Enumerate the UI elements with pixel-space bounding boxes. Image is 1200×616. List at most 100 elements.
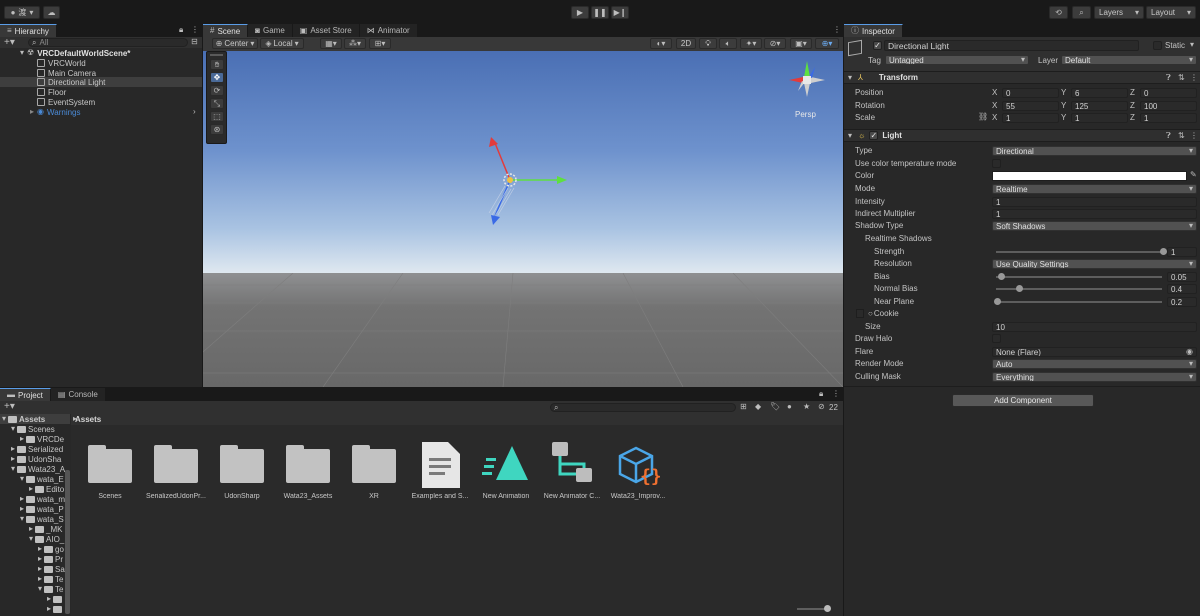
- rotation-x-field[interactable]: 55: [1002, 101, 1059, 111]
- rect-tool-button[interactable]: ⬚: [210, 111, 224, 122]
- hierarchy-search-input[interactable]: ⌕ All: [28, 38, 188, 47]
- label-icon[interactable]: 🏷︎: [770, 403, 780, 411]
- tree-item[interactable]: ▸ Serialized: [11, 444, 63, 454]
- lighting-toggle[interactable]: 💡︎: [699, 38, 717, 49]
- tab-animator[interactable]: ⋈ Animator: [359, 24, 418, 37]
- object-name-field[interactable]: Directional Light: [884, 40, 1139, 51]
- normal-bias-slider-knob[interactable]: [1016, 285, 1024, 292]
- bias-slider-track[interactable]: [996, 276, 1162, 278]
- pivot-dropdown[interactable]: ⊕ Center ▾: [212, 38, 258, 49]
- chevron-right-icon[interactable]: ›: [193, 108, 196, 116]
- position-z-axis-label[interactable]: Z: [1130, 88, 1135, 97]
- lock-icon[interactable]: 🔒︎: [819, 390, 823, 398]
- near-plane-field[interactable]: 0.2: [1167, 297, 1197, 307]
- tree-item[interactable]: ▾ AIO_: [29, 534, 64, 544]
- cookie-object-field[interactable]: [856, 309, 864, 318]
- rotation-y-field[interactable]: 125: [1071, 101, 1128, 111]
- asset-item[interactable]: SerializedUdonPr...: [143, 436, 209, 506]
- render-mode-dropdown[interactable]: Auto ▾: [992, 359, 1197, 369]
- scene-viewport[interactable]: ✋︎ ✥ ⟳ ⤡ ⬚ ⊛ Persp: [203, 51, 843, 387]
- more-menu-icon[interactable]: ⋮: [832, 390, 840, 398]
- flare-field[interactable]: None (Flare) ◉: [992, 347, 1197, 357]
- normal-bias-field[interactable]: 0.4: [1167, 284, 1197, 294]
- tree-item[interactable]: ▸ VRCDe: [20, 434, 64, 444]
- tree-item[interactable]: ▾ Wata23_A: [11, 464, 65, 474]
- hidden-objects-toggle[interactable]: ⊘▾: [764, 38, 786, 49]
- camera-settings-button[interactable]: ▣▾: [790, 38, 812, 49]
- cloud-button[interactable]: ☁: [43, 6, 60, 19]
- rotate-tool-button[interactable]: ⟳: [210, 85, 224, 96]
- active-checkbox[interactable]: ✓: [873, 41, 882, 50]
- expand-arrow-icon[interactable]: ▸: [11, 455, 15, 463]
- help-icon[interactable]: ❓︎: [1166, 131, 1171, 140]
- tag-dropdown[interactable]: Untagged ▾: [885, 55, 1029, 65]
- space-dropdown[interactable]: ◈ Local ▾: [260, 38, 304, 49]
- static-checkbox[interactable]: [1153, 41, 1162, 50]
- tree-item[interactable]: ▾ wata_S: [20, 514, 64, 524]
- asset-item[interactable]: Scenes: [77, 436, 143, 506]
- eye-slash-icon[interactable]: ⊘: [818, 403, 825, 411]
- scale-z-field[interactable]: 1: [1140, 113, 1197, 123]
- hierarchy-item-vrcworld[interactable]: VRCWorld: [37, 58, 86, 68]
- chevron-down-icon[interactable]: ▾: [1190, 41, 1194, 49]
- gizmos-button[interactable]: ⊕▾: [815, 38, 839, 49]
- expand-arrow-icon[interactable]: ▸: [11, 445, 15, 453]
- rotation-x-axis-label[interactable]: X: [992, 101, 997, 110]
- expand-arrow-icon[interactable]: ▸: [38, 565, 42, 573]
- ruler-button[interactable]: ⊞▾: [369, 38, 391, 49]
- rotation-y-axis-label[interactable]: Y: [1061, 101, 1066, 110]
- tree-item[interactable]: ▸ UdonSha: [11, 454, 61, 464]
- more-menu-icon[interactable]: ⋮: [833, 26, 841, 34]
- tab-hierarchy[interactable]: ≡ Hierarchy: [0, 24, 57, 37]
- pause-button[interactable]: ❚❚: [591, 6, 609, 19]
- asset-item[interactable]: UdonSharp: [209, 436, 275, 506]
- tree-item[interactable]: ▸: [47, 604, 64, 614]
- icon-size-slider-track[interactable]: [797, 608, 827, 610]
- layer-dropdown[interactable]: Default ▾: [1061, 55, 1197, 65]
- position-z-field[interactable]: 0: [1140, 88, 1197, 98]
- expand-arrow-icon[interactable]: ▸: [29, 485, 33, 493]
- step-button[interactable]: ▶❙: [611, 6, 629, 19]
- search-button[interactable]: ⌕: [1072, 6, 1091, 19]
- rotation-z-axis-label[interactable]: Z: [1130, 101, 1135, 110]
- transform-tool-button[interactable]: ⊛: [210, 124, 224, 135]
- strength-slider-track[interactable]: [996, 251, 1162, 253]
- draw-halo-checkbox[interactable]: [992, 334, 1001, 343]
- hierarchy-item-eventsystem[interactable]: EventSystem: [37, 97, 95, 107]
- link-icon[interactable]: ⛓︎: [978, 113, 988, 121]
- position-x-field[interactable]: 0: [1002, 88, 1059, 98]
- tree-item[interactable]: ▸ go: [38, 544, 64, 554]
- account-dropdown[interactable]: ● 渡 ▾: [4, 6, 40, 19]
- expand-arrow-icon[interactable]: ▸: [20, 505, 24, 513]
- help-icon[interactable]: ❓︎: [1166, 73, 1171, 82]
- favorite-icon[interactable]: ★: [803, 403, 810, 411]
- position-y-field[interactable]: 6: [1071, 88, 1128, 98]
- hand-tool-button[interactable]: ✋︎: [210, 59, 224, 70]
- expand-arrow-icon[interactable]: ▾: [20, 475, 24, 483]
- tab-game[interactable]: ◙ Game: [248, 24, 293, 37]
- expand-arrow-icon[interactable]: ▸: [20, 435, 24, 443]
- intensity-field[interactable]: 1: [992, 197, 1197, 207]
- expand-arrow-icon[interactable]: ▸: [47, 595, 51, 603]
- type-dropdown[interactable]: Directional ▾: [992, 146, 1197, 156]
- play-button[interactable]: ▶: [571, 6, 589, 19]
- culling-mask-dropdown[interactable]: Everything ▾: [992, 372, 1197, 382]
- filter-icon[interactable]: ●: [787, 403, 792, 411]
- add-icon[interactable]: +▾: [4, 402, 15, 412]
- resolution-dropdown[interactable]: Use Quality Settings ▾: [992, 259, 1197, 269]
- tree-item[interactable]: ▸: [47, 594, 64, 604]
- filter-icon[interactable]: ⊟: [191, 38, 198, 46]
- strength-field[interactable]: 1: [1167, 247, 1197, 257]
- add-icon[interactable]: +▾: [4, 38, 15, 48]
- tab-asset-store[interactable]: ▣ Asset Store: [292, 24, 360, 37]
- search-by-label-icon[interactable]: ◆: [755, 403, 761, 411]
- tree-item[interactable]: ▸ Pr: [38, 554, 63, 564]
- tree-item[interactable]: ▸ _MK: [29, 524, 62, 534]
- history-button[interactable]: ⟲: [1049, 6, 1068, 19]
- increment-snap-button[interactable]: ⁂▾: [344, 38, 366, 49]
- light-header[interactable]: ▾ ☼ ✓ Light ❓︎ ⇅ ⋮: [844, 129, 1200, 142]
- rotation-z-field[interactable]: 100: [1140, 101, 1197, 111]
- asset-item[interactable]: {} Wata23_Improv...: [605, 436, 671, 506]
- breadcrumb-assets[interactable]: Assets: [75, 415, 101, 424]
- size-field[interactable]: 10: [992, 322, 1197, 332]
